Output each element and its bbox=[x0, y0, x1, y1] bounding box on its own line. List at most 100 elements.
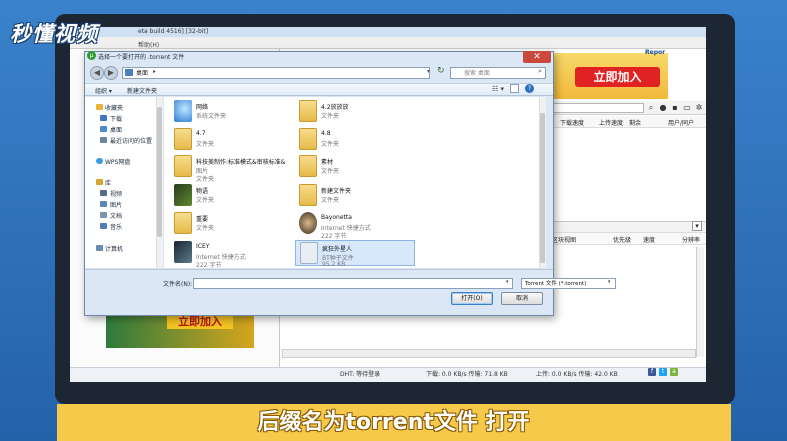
folder-thumbnail bbox=[174, 184, 192, 206]
chevron-down-icon[interactable]: ▾ bbox=[506, 279, 509, 285]
cloud-icon bbox=[96, 158, 103, 164]
col-priority[interactable]: 优先级 bbox=[613, 235, 631, 244]
col-pieces[interactable]: 区块视图 bbox=[552, 235, 576, 244]
folder-icon bbox=[299, 100, 317, 122]
help-icon[interactable]: ? bbox=[525, 84, 534, 93]
list-item-selected[interactable]: 疯狂外星人 BT种子文件 95.2 KB bbox=[295, 240, 415, 268]
col-upload-speed[interactable]: 上传速度 bbox=[599, 118, 623, 127]
status-upload: 上传: 0.0 KB/s 传输: 42.0 KB bbox=[536, 371, 618, 378]
shortcut-icon bbox=[174, 241, 192, 263]
nav-desktop[interactable]: 桌面 bbox=[110, 125, 122, 134]
monitor-icon[interactable]: ▭ bbox=[682, 102, 692, 113]
search-icon[interactable]: ⌕ bbox=[538, 67, 542, 76]
android-icon[interactable]: a bbox=[670, 368, 678, 376]
filetype-value: Torrent 文件 (*.torrent) bbox=[525, 281, 587, 287]
refresh-icon[interactable]: ↻ bbox=[437, 66, 445, 76]
filename-input[interactable] bbox=[193, 278, 513, 289]
list-item[interactable]: 素材 文件夹 bbox=[295, 154, 415, 180]
open-button[interactable]: 打开(O) bbox=[451, 292, 493, 305]
col-speed[interactable]: 速度 bbox=[643, 235, 655, 244]
status-download: 下载: 0.0 KB/s 传输: 71.8 KB bbox=[426, 371, 508, 378]
app-menubar bbox=[70, 37, 706, 49]
col-peers[interactable]: 用户/同户 bbox=[668, 118, 694, 127]
folder-icon bbox=[174, 212, 192, 234]
forward-button[interactable]: ▶ bbox=[104, 66, 118, 80]
nav-downloads[interactable]: 下载 bbox=[110, 114, 122, 123]
torrent-file-icon bbox=[300, 242, 318, 264]
nav-recent[interactable]: 最近访问的位置 bbox=[110, 136, 152, 145]
music-icon bbox=[100, 223, 107, 229]
search-icon[interactable]: ⌕ bbox=[646, 102, 656, 113]
ad-brand: Repor bbox=[645, 49, 666, 56]
shortcut-icon bbox=[299, 212, 317, 234]
chevron-down-icon[interactable]: ▾ bbox=[608, 279, 611, 285]
ad-bottom-join-button[interactable]: 立即加入 bbox=[167, 315, 233, 329]
download-icon bbox=[100, 115, 107, 121]
organize-button[interactable]: 组织 ▾ bbox=[95, 86, 112, 95]
cancel-button[interactable]: 取消 bbox=[501, 292, 543, 305]
app-search-input[interactable] bbox=[548, 103, 644, 113]
list-item[interactable]: 新建文件夹 文件夹 bbox=[295, 183, 415, 209]
document-icon bbox=[100, 212, 107, 218]
nav-wps-drive[interactable]: WPS网盘 bbox=[105, 157, 130, 166]
desktop-icon bbox=[125, 69, 133, 76]
torrent-list[interactable] bbox=[548, 129, 706, 219]
app-logo-icon: µ bbox=[87, 51, 96, 60]
list-item[interactable]: 4.2放放放 文件夹 bbox=[295, 99, 415, 125]
list-item[interactable]: 物语 文件夹 bbox=[170, 183, 290, 209]
close-button[interactable]: ✕ bbox=[523, 51, 551, 63]
video-icon bbox=[100, 190, 107, 196]
twitter-icon[interactable]: t bbox=[659, 368, 667, 376]
nav-libraries[interactable]: 库 bbox=[105, 178, 111, 187]
chevron-down-icon[interactable]: ▾ bbox=[427, 68, 430, 75]
list-item[interactable]: 重要 文件夹 bbox=[170, 211, 290, 237]
list-item[interactable]: 科技美制作:标准模式&审核标准& 图片 文件夹 bbox=[170, 154, 290, 183]
nav-music[interactable]: 音乐 bbox=[110, 222, 122, 231]
picture-icon bbox=[100, 201, 107, 207]
nav-documents[interactable]: 文档 bbox=[110, 211, 122, 220]
list-item[interactable]: Bayonetta Internet 快捷方式 222 字节 bbox=[295, 211, 415, 240]
computer-icon bbox=[96, 245, 103, 251]
col-remaining[interactable]: 剩余 bbox=[629, 118, 641, 127]
nav-pictures[interactable]: 图片 bbox=[110, 200, 122, 209]
file-scroll-thumb[interactable] bbox=[540, 113, 545, 263]
nav-favorites[interactable]: 收藏夹 bbox=[105, 103, 123, 112]
brand-watermark: 秒懂视频 bbox=[10, 22, 98, 46]
address-bar[interactable] bbox=[122, 67, 430, 79]
nav-videos[interactable]: 视频 bbox=[110, 189, 122, 198]
network-icon bbox=[174, 100, 192, 122]
nav-scroll-thumb[interactable] bbox=[157, 107, 162, 237]
vertical-scrollbar[interactable] bbox=[696, 247, 704, 357]
address-location[interactable]: 桌面 bbox=[136, 68, 148, 77]
detail-pane-bar bbox=[548, 221, 706, 233]
chevron-down-icon[interactable]: ▾ bbox=[692, 221, 702, 231]
breadcrumb-separator[interactable]: ▸ bbox=[153, 68, 156, 75]
search-placeholder: 搜索 桌面 bbox=[464, 70, 490, 77]
list-item[interactable]: ICEY Internet 快捷方式 222 字节 bbox=[170, 240, 290, 269]
folder-icon bbox=[174, 155, 192, 177]
folder-icon bbox=[299, 155, 317, 177]
menu-help[interactable]: 帮助(H) bbox=[138, 40, 159, 49]
new-folder-button[interactable]: 新建文件夹 bbox=[127, 86, 157, 95]
list-item[interactable]: 网络 系统文件夹 bbox=[170, 99, 290, 125]
nav-computer[interactable]: 计算机 bbox=[105, 244, 123, 253]
col-download-speed[interactable]: 下载速度 bbox=[560, 118, 584, 127]
gear-icon[interactable]: ✲ bbox=[694, 102, 704, 113]
ad-join-button[interactable]: 立即加入 bbox=[575, 67, 660, 87]
folder-icon bbox=[299, 128, 317, 150]
preview-pane-icon[interactable] bbox=[510, 84, 519, 93]
view-icon[interactable]: ☷ ▾ bbox=[492, 85, 504, 93]
bulb-icon[interactable]: ● bbox=[658, 102, 668, 113]
folder-icon bbox=[174, 128, 192, 150]
star-icon bbox=[96, 104, 103, 110]
list-item[interactable]: 4.8 文件夹 bbox=[295, 127, 415, 153]
col-resolution[interactable]: 分辨率 bbox=[682, 235, 700, 244]
facebook-icon[interactable]: f bbox=[648, 368, 656, 376]
dialog-title: 选择一个要打开的 .torrent 文件 bbox=[98, 54, 185, 61]
list-item[interactable]: 4.7 文件夹 bbox=[170, 127, 290, 153]
back-button[interactable]: ◀ bbox=[90, 66, 104, 80]
chat-icon[interactable]: ▪ bbox=[670, 102, 680, 113]
desktop-icon bbox=[100, 126, 107, 132]
horizontal-scrollbar[interactable] bbox=[282, 349, 696, 358]
library-icon bbox=[96, 179, 103, 185]
